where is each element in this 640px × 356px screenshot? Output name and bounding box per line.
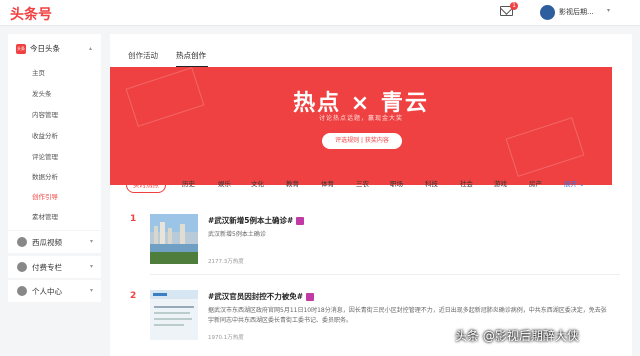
sidebar-item-comments[interactable]: 评论管理	[32, 151, 58, 161]
category-career[interactable]: 职场	[390, 177, 403, 191]
news-thumbnail[interactable]	[150, 290, 198, 340]
chevron-down-icon[interactable]: ▾	[607, 7, 610, 14]
chevron-down-icon: ▾	[90, 263, 94, 270]
tab-hot-creation[interactable]: 热点创作	[176, 50, 206, 61]
hot-icon	[296, 217, 305, 225]
category-tech[interactable]: 科技	[425, 177, 438, 191]
category-sports[interactable]: 体育	[321, 177, 334, 191]
news-title-text: #武汉新增5例本土确诊#	[208, 216, 294, 225]
sidebar-section-xigua[interactable]: 西瓜视频 ▾	[8, 231, 101, 253]
promo-banner: 热点 × 青云 讨论热点话题，赢现金大奖 评选规则 | 获奖内容	[110, 67, 612, 185]
banner-decoration	[125, 67, 205, 127]
mail-badge: 1	[510, 2, 518, 10]
paid-column-icon	[17, 262, 27, 272]
news-desc: 据武汉市东西湖区政府官网5月11日10时18分消息，因长青街三民小区封控管理不力…	[208, 307, 607, 324]
xigua-icon	[17, 237, 27, 247]
category-realtime[interactable]: 实时热点	[126, 177, 166, 193]
avatar[interactable]	[540, 5, 555, 20]
sidebar-section-label: 个人中心	[32, 287, 62, 296]
banner-decoration	[505, 117, 585, 177]
main-panel: 创作活动 热点创作 热点 × 青云 讨论热点话题，赢现金大奖 评选规则 | 获奖…	[110, 34, 632, 356]
user-name[interactable]: 影视后期...	[559, 7, 594, 17]
rank-number: 2	[130, 291, 137, 301]
category-entertainment[interactable]: 娱乐	[218, 177, 231, 191]
divider	[150, 274, 620, 275]
sidebar-section-personal[interactable]: 个人中心 ▾	[8, 280, 101, 302]
tab-activities[interactable]: 创作活动	[128, 50, 158, 61]
sidebar-head-label: 今日头条	[30, 44, 60, 53]
sidebar-item-creation-guide[interactable]: 创作引导	[32, 191, 58, 201]
category-culture[interactable]: 文化	[251, 177, 264, 191]
sidebar-item-content[interactable]: 内容管理	[32, 109, 58, 119]
banner-rules-button[interactable]: 评选规则 | 获奖内容	[322, 133, 402, 149]
category-history[interactable]: 历史	[182, 177, 195, 191]
category-education[interactable]: 教育	[286, 177, 299, 191]
sidebar-section-paid[interactable]: 付费专栏 ▾	[8, 256, 101, 278]
category-agriculture[interactable]: 三农	[356, 177, 369, 191]
sidebar-head-toutiao[interactable]: 头条 今日头条 ▴	[16, 42, 96, 56]
toutiao-icon: 头条	[16, 44, 26, 54]
chevron-down-icon: ▾	[90, 287, 94, 294]
news-title[interactable]: #武汉官员因封控不力被免#	[208, 291, 315, 302]
heat-count: 1970.1万热度	[208, 335, 244, 341]
news-thumbnail[interactable]	[150, 214, 198, 264]
expand-button[interactable]: 展开 ⌄	[564, 177, 585, 191]
heat-count: 2177.3万热度	[208, 259, 244, 265]
hot-icon	[306, 293, 315, 301]
news-title-text: #武汉官员因封控不力被免#	[208, 292, 304, 301]
sidebar-item-data[interactable]: 数据分析	[32, 171, 58, 181]
sidebar-item-materials[interactable]: 素材管理	[32, 211, 58, 221]
sidebar: 头条 今日头条 ▴ 主页 发头条 内容管理 收益分析 评论管理 数据分析 创作引导…	[8, 34, 101, 230]
rank-number: 1	[130, 214, 137, 224]
sidebar-item-post[interactable]: 发头条	[32, 88, 52, 98]
category-bar: 实时热点 历史 娱乐 文化 教育 体育 三农 职场 科技 社会 游戏 房产 展开…	[120, 177, 620, 193]
sidebar-item-income[interactable]: 收益分析	[32, 130, 58, 140]
category-society[interactable]: 社会	[460, 177, 473, 191]
user-icon	[17, 286, 27, 296]
category-games[interactable]: 游戏	[494, 177, 507, 191]
banner-subtitle: 讨论热点话题，赢现金大奖	[318, 115, 403, 122]
chevron-down-icon: ▾	[90, 238, 94, 245]
watermark: 头条 @影视后期醉大侠	[455, 329, 579, 343]
top-bar: 头条号 1 影视后期... ▾	[0, 0, 640, 26]
chevron-up-icon: ▴	[88, 45, 92, 52]
news-title[interactable]: #武汉新增5例本土确诊#	[208, 215, 305, 226]
sidebar-section-label: 西瓜视频	[32, 238, 62, 247]
sidebar-item-home[interactable]: 主页	[32, 67, 45, 77]
category-realestate[interactable]: 房产	[529, 177, 542, 191]
news-desc: 武汉新增5例本土确诊	[208, 231, 266, 238]
sidebar-section-label: 付费专栏	[32, 263, 62, 272]
logo[interactable]: 头条号	[10, 4, 52, 24]
